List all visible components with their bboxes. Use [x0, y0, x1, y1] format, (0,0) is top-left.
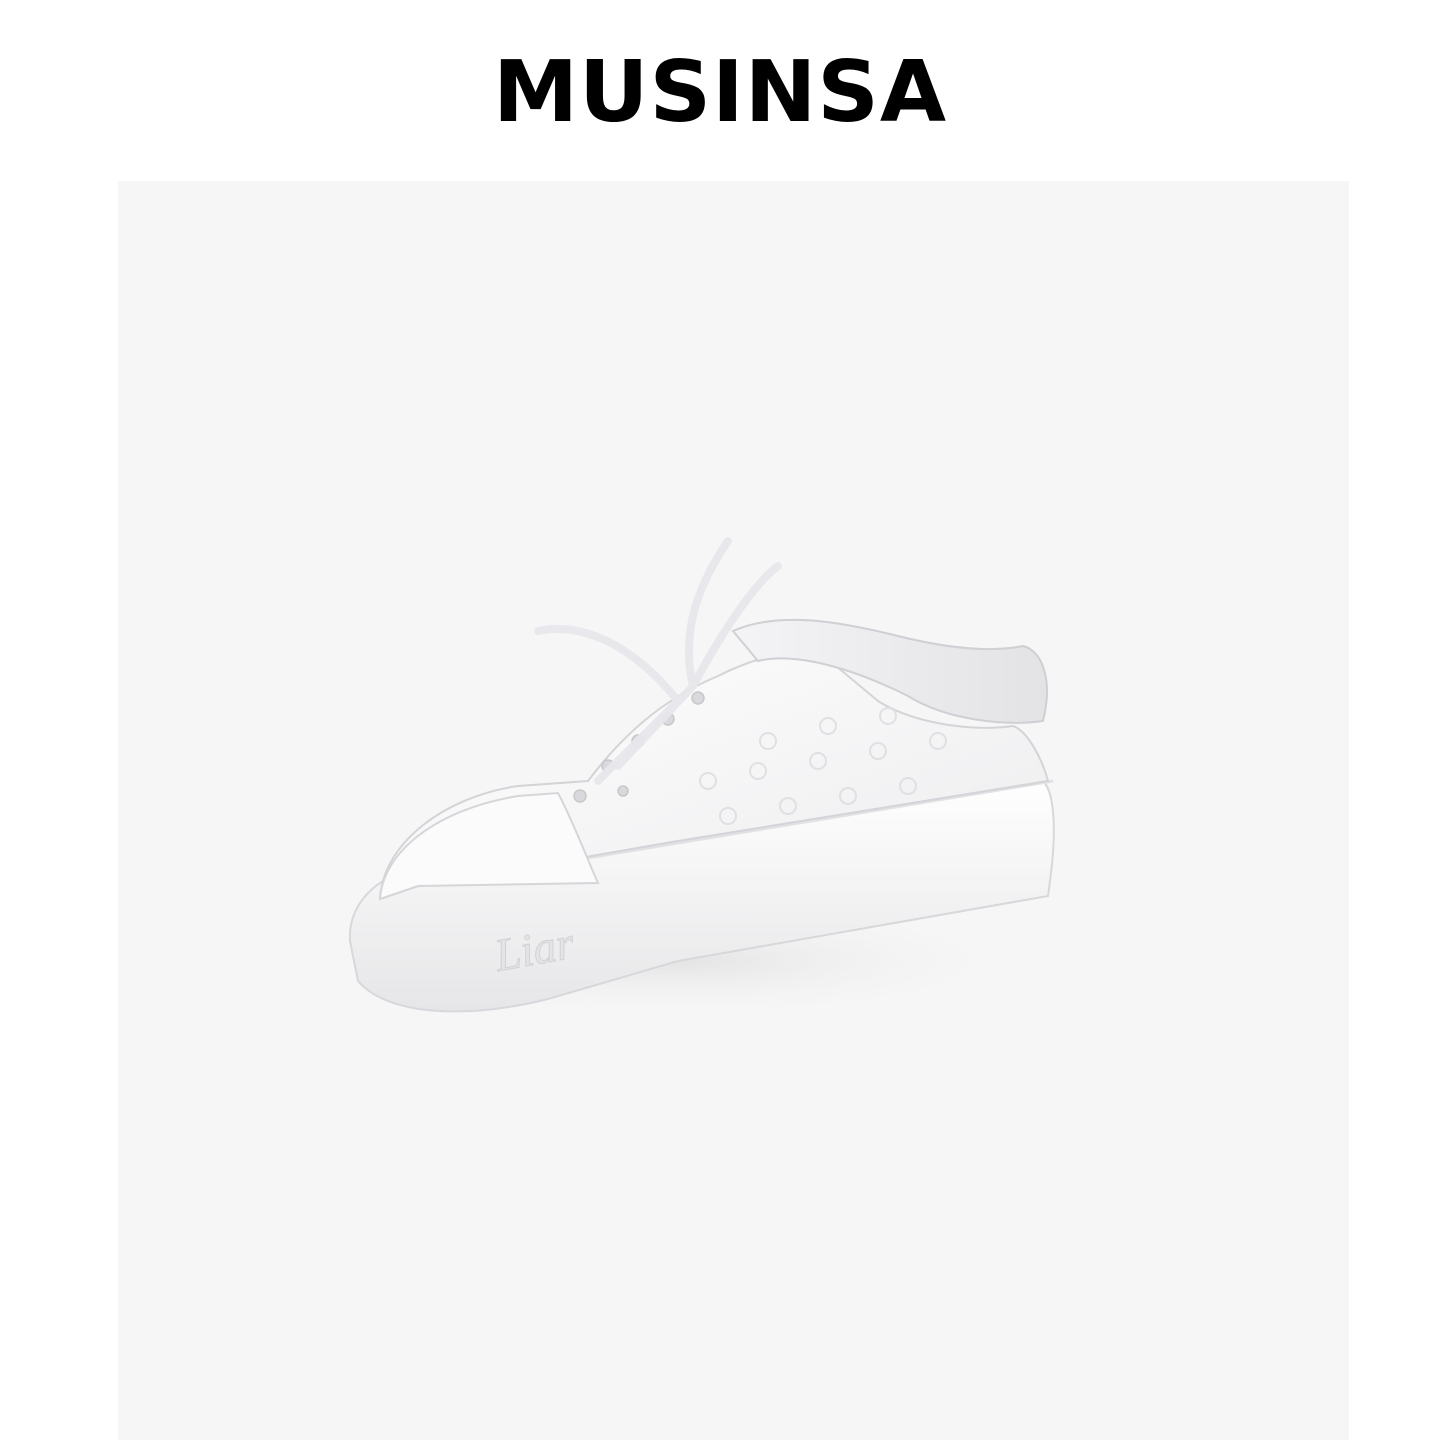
product-listing-page: MUSINSA Liar — [0, 0, 1440, 1440]
product-image-panel: Liar — [118, 181, 1349, 1440]
sneaker-toe-cap — [378, 791, 600, 901]
product-sneaker-image: Liar — [318, 537, 1055, 1021]
brand-logo: MUSINSA — [492, 42, 948, 142]
